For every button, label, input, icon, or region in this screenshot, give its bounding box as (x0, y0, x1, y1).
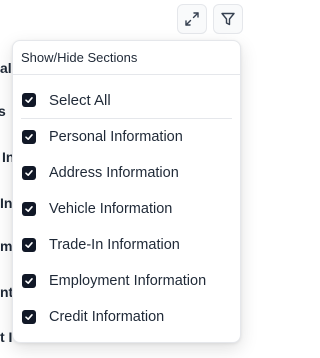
section-option-personal-information[interactable]: Personal Information (21, 123, 232, 151)
checkbox-checked[interactable] (22, 130, 36, 144)
background-label-fragment: al (0, 60, 12, 76)
check-icon (25, 169, 33, 176)
option-label: Vehicle Information (49, 201, 173, 217)
checkbox-checked[interactable] (22, 93, 36, 107)
expand-icon (185, 12, 199, 26)
section-option-credit-information[interactable]: Credit Information (21, 303, 232, 331)
section-option-trade-in-information[interactable]: Trade-In Information (21, 231, 232, 259)
divider (13, 74, 240, 75)
expand-button[interactable] (177, 4, 207, 34)
check-icon (25, 241, 33, 248)
check-icon (25, 313, 33, 320)
checkbox-checked[interactable] (22, 274, 36, 288)
option-label: Address Information (49, 165, 179, 181)
check-icon (25, 96, 33, 103)
background-label-fragment: t I (0, 329, 13, 345)
filter-icon (221, 12, 235, 26)
checkbox-checked[interactable] (22, 166, 36, 180)
option-label: Select All (49, 91, 111, 109)
check-icon (25, 133, 33, 140)
option-label: Employment Information (49, 273, 207, 289)
option-label: Personal Information (49, 129, 183, 145)
divider (21, 118, 232, 119)
background-label-fragment: m (0, 238, 13, 254)
option-label: Credit Information (49, 309, 165, 325)
section-option-vehicle-information[interactable]: Vehicle Information (21, 195, 232, 223)
checkbox-checked[interactable] (22, 202, 36, 216)
show-hide-sections-dropdown: Show/Hide Sections Select All Personal I… (12, 40, 241, 343)
check-icon (25, 205, 33, 212)
option-label: Trade-In Information (49, 237, 180, 253)
section-option-employment-information[interactable]: Employment Information (21, 267, 232, 295)
filter-button[interactable] (213, 4, 243, 34)
dropdown-title: Show/Hide Sections (21, 50, 138, 65)
checkbox-checked[interactable] (22, 238, 36, 252)
checkbox-checked[interactable] (22, 310, 36, 324)
background-label-fragment: In (0, 195, 13, 211)
section-option-address-information[interactable]: Address Information (21, 159, 232, 187)
background-label-fragment: s (0, 103, 6, 119)
check-icon (25, 277, 33, 284)
select-all-option[interactable]: Select All (21, 86, 232, 114)
